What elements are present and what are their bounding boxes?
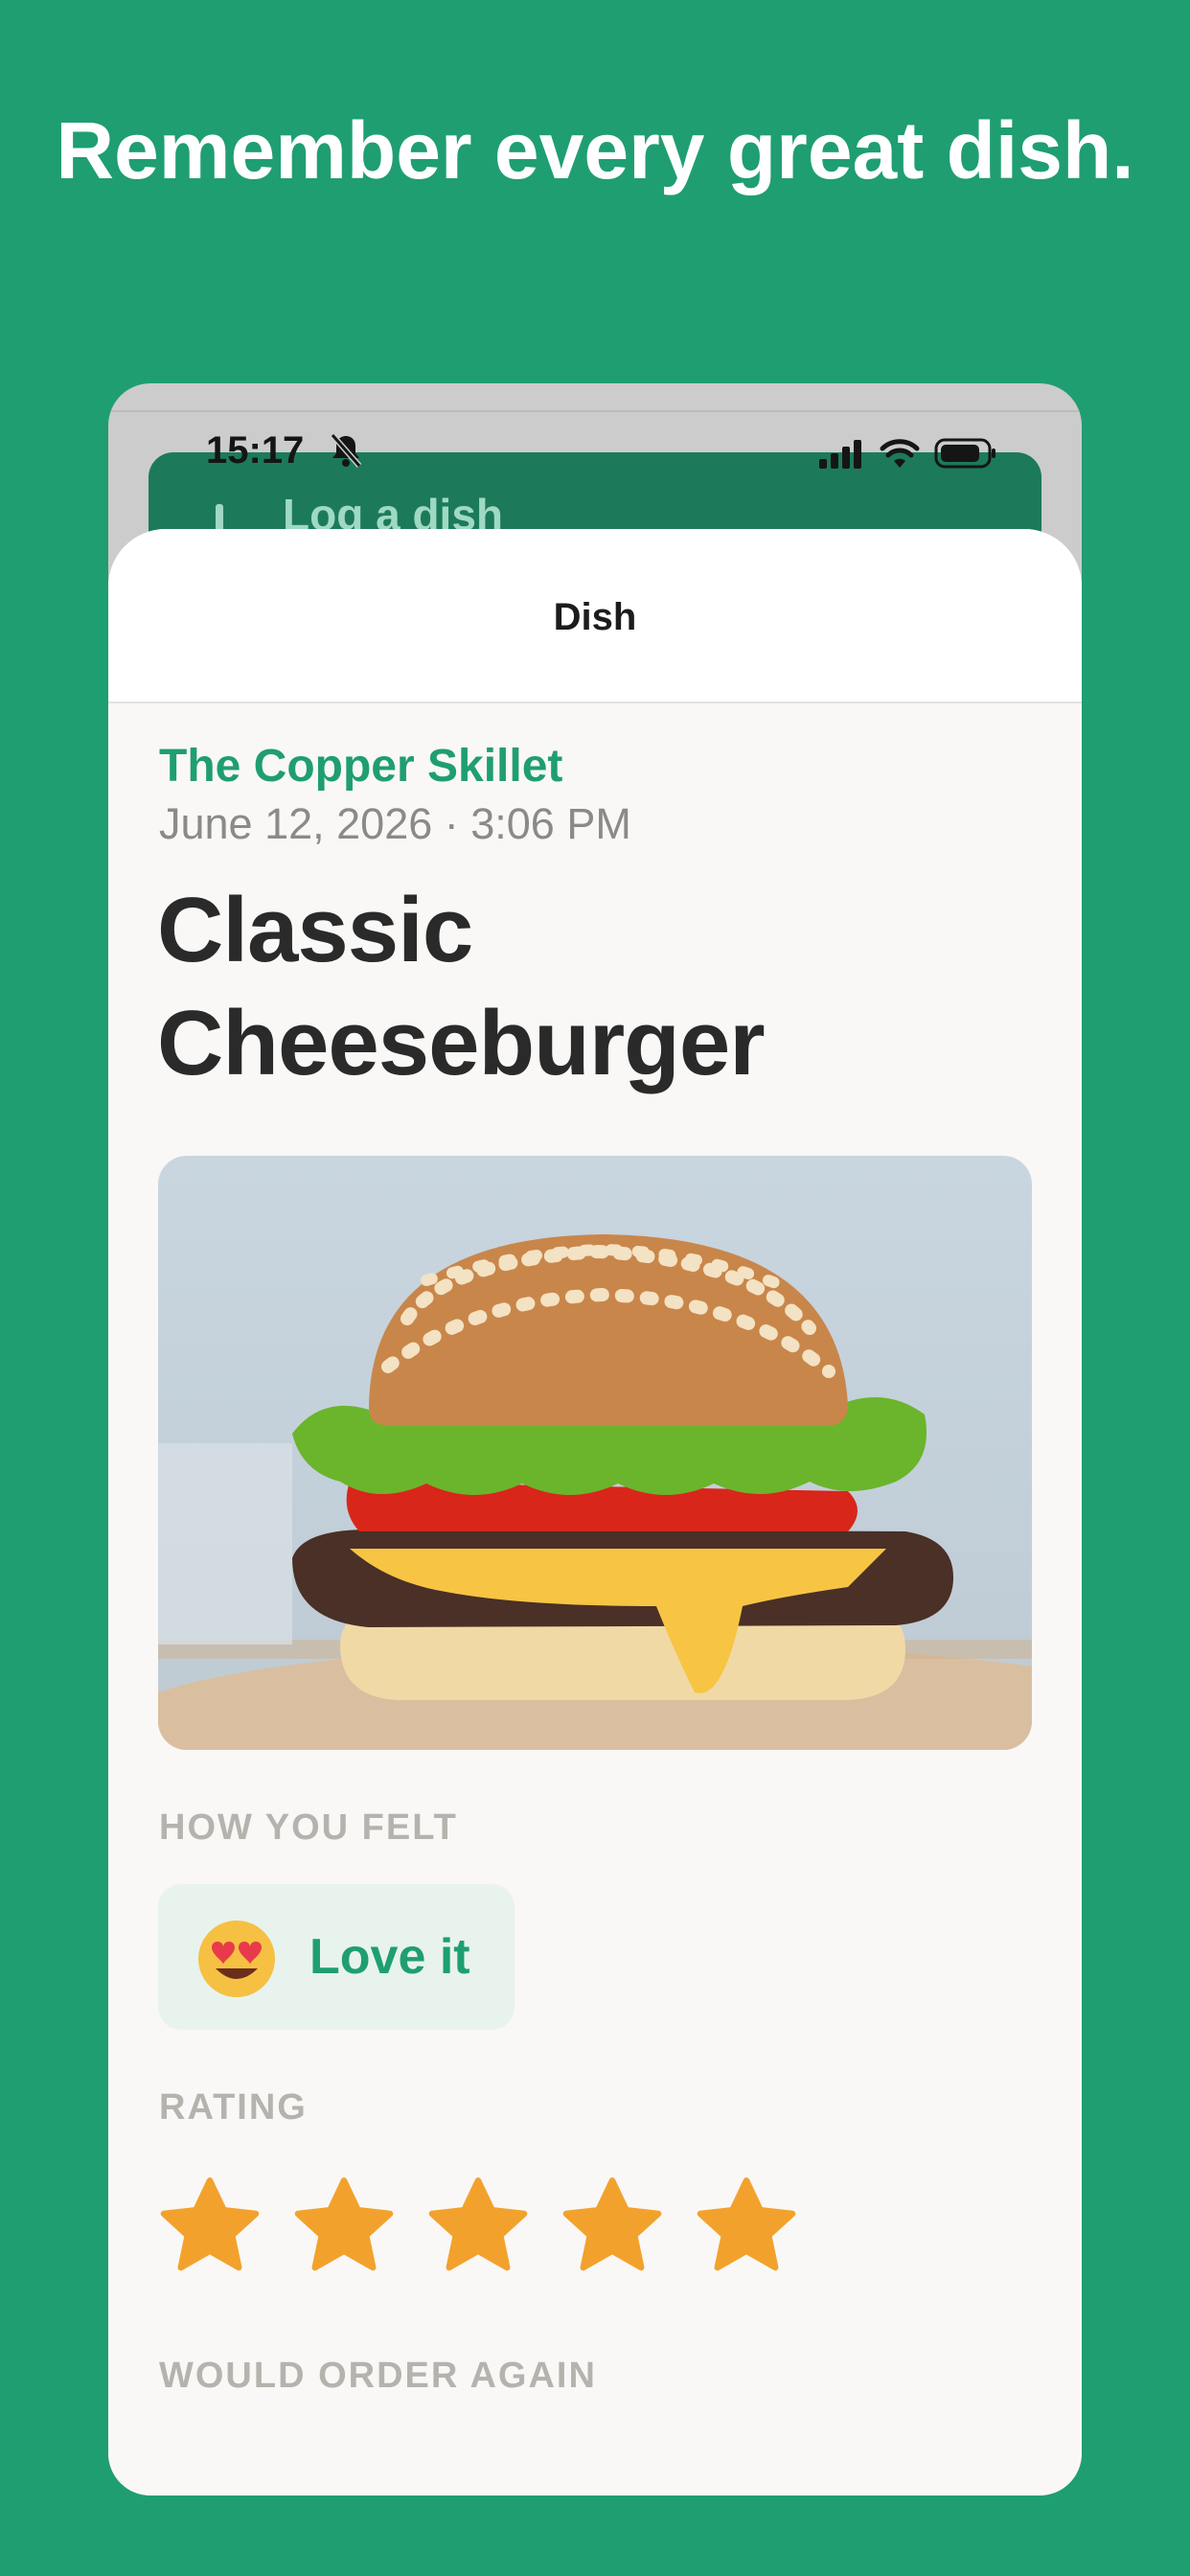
feeling-chip[interactable]: Love it xyxy=(158,1884,515,2030)
dish-sheet: Dish The Copper Skillet June 12, 2026 · … xyxy=(108,529,1082,2496)
bell-slash-icon xyxy=(327,431,365,474)
divider xyxy=(108,410,1082,412)
phone-screen: Log a dish 15:17 Dish The Copper Skillet… xyxy=(108,383,1082,2496)
signal-icon xyxy=(817,438,865,473)
heart-eyes-emoji-icon xyxy=(196,1919,277,2004)
rating-section-label: RATING xyxy=(159,2087,308,2128)
sheet-title: Dish xyxy=(553,596,637,638)
feeling-text: Love it xyxy=(309,1929,470,1985)
star-icon[interactable] xyxy=(426,2175,530,2279)
date-time: June 12, 2026 · 3:06 PM xyxy=(159,799,631,848)
cheeseburger-photo[interactable] xyxy=(158,1156,1032,1750)
battery-icon xyxy=(934,437,997,474)
wifi-icon xyxy=(879,437,921,474)
restaurant-name[interactable]: The Copper Skillet xyxy=(159,740,562,793)
status-bar: 15:17 xyxy=(108,426,1082,483)
dish-title: Classic Cheeseburger xyxy=(157,879,766,1094)
sheet-header: Dish xyxy=(108,529,1082,703)
feeling-section-label: HOW YOU FELT xyxy=(159,1807,458,1848)
order-again-section-label: WOULD ORDER AGAIN xyxy=(159,2356,597,2396)
star-icon[interactable] xyxy=(695,2175,798,2279)
star-icon[interactable] xyxy=(292,2175,396,2279)
status-time: 15:17 xyxy=(206,429,305,472)
star-icon[interactable] xyxy=(561,2175,664,2279)
headline: Remember every great dish. xyxy=(56,105,1134,196)
star-rating[interactable] xyxy=(158,2175,798,2279)
star-icon[interactable] xyxy=(158,2175,262,2279)
